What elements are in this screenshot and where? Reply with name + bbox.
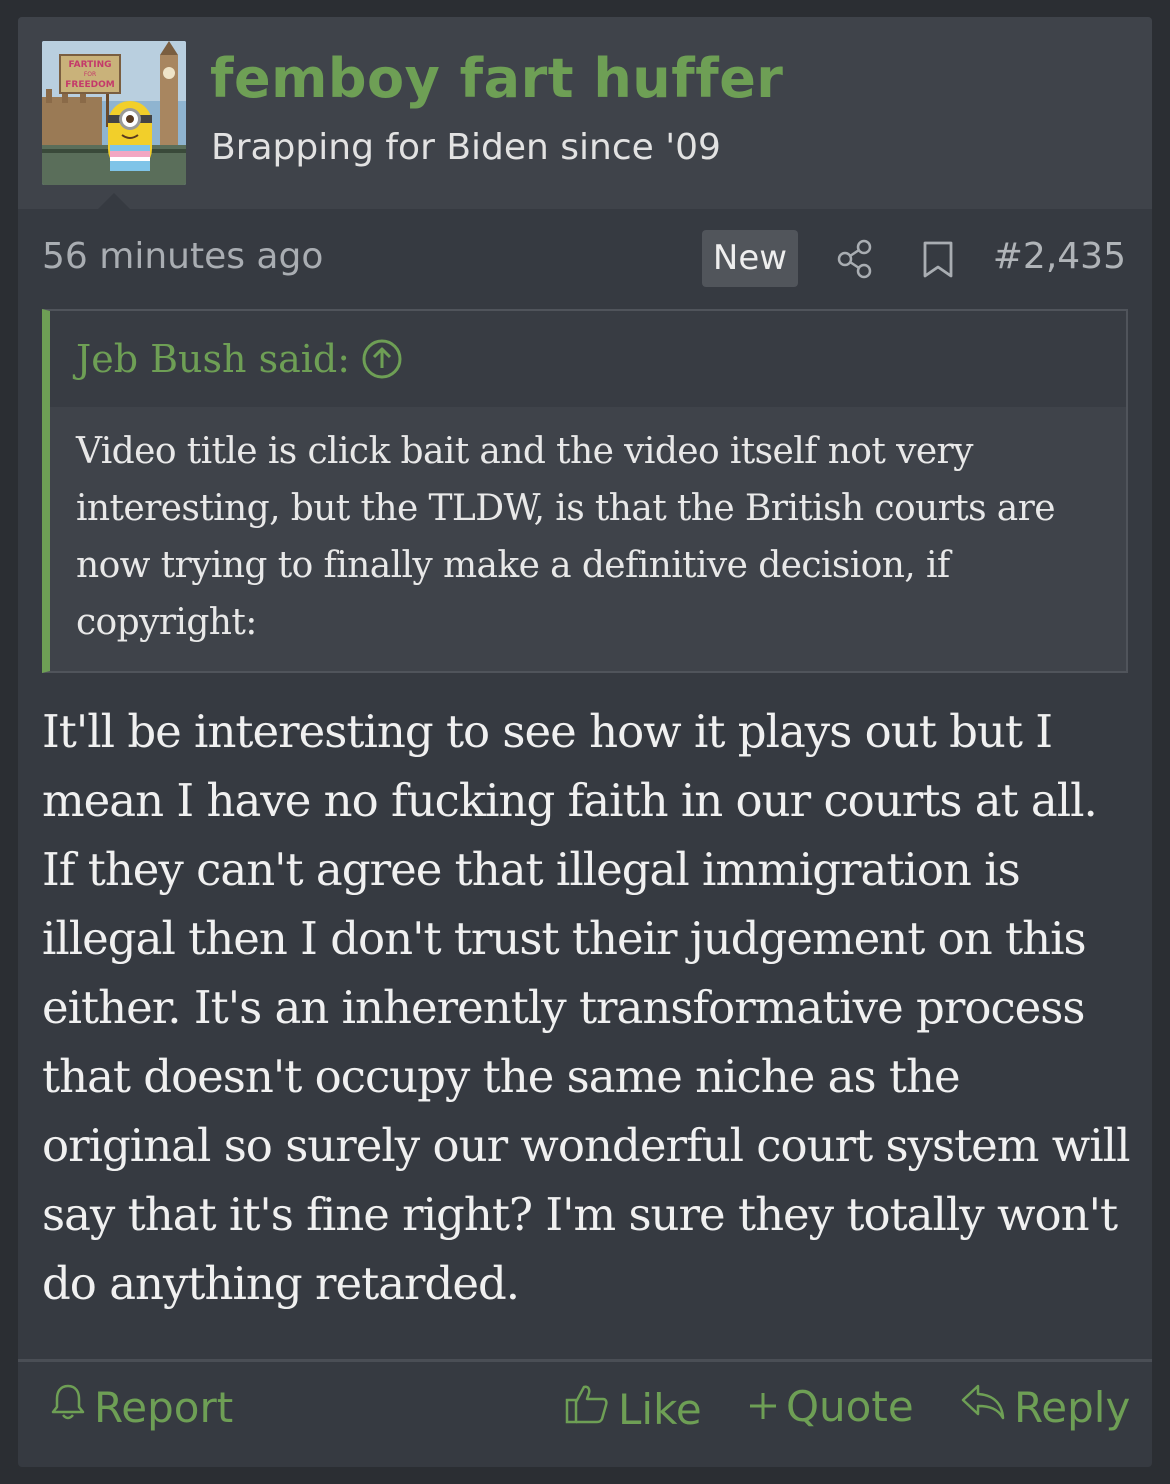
thumbs-up-icon xyxy=(564,1382,618,1436)
bell-icon xyxy=(50,1382,94,1432)
report-label: Report xyxy=(94,1382,234,1432)
reply-label: Reply xyxy=(1014,1382,1131,1432)
avatar-sign-line-3: FREEDOM xyxy=(65,80,114,90)
quote-button[interactable]: Quote xyxy=(748,1382,914,1431)
post-header: FARTING FOR FREEDOM femboy fart huffer B… xyxy=(18,17,1152,209)
quote-header: Jeb Bush said: xyxy=(50,311,1126,407)
avatar-sign-line-2: FOR xyxy=(84,71,96,78)
avatar[interactable]: FARTING FOR FREEDOM xyxy=(42,41,186,185)
arrow-up-circle-icon[interactable] xyxy=(360,337,404,385)
header-pointer xyxy=(98,193,130,209)
username[interactable]: femboy fart huffer xyxy=(210,47,783,110)
report-button[interactable]: Report xyxy=(50,1382,233,1432)
new-badge: New xyxy=(702,230,798,287)
quote-author[interactable]: Jeb Bush said: xyxy=(76,337,350,381)
avatar-sign-line-1: FARTING xyxy=(68,60,111,70)
user-title: Brapping for Biden since '09 xyxy=(211,127,721,168)
like-button[interactable]: Like xyxy=(564,1382,702,1436)
plus-icon xyxy=(748,1382,786,1431)
like-label: Like xyxy=(618,1384,702,1434)
message-body: It'll be interesting to see how it plays… xyxy=(42,705,1130,1310)
post-footer: Report Like Quote Reply xyxy=(18,1362,1152,1467)
post-timestamp[interactable]: 56 minutes ago xyxy=(42,236,323,277)
post-number-link[interactable]: #2,435 xyxy=(993,236,1126,277)
post: FARTING FOR FREEDOM femboy fart huffer B… xyxy=(18,17,1152,1467)
bookmark-icon[interactable] xyxy=(922,241,954,283)
reply-button[interactable]: Reply xyxy=(960,1382,1130,1432)
reply-arrow-icon xyxy=(960,1382,1014,1432)
share-icon[interactable] xyxy=(836,239,874,283)
quote-label: Quote xyxy=(786,1382,914,1431)
quote-block: Jeb Bush said: Video title is click bait… xyxy=(42,309,1128,673)
quote-text: Video title is click bait and the video … xyxy=(76,431,1056,643)
